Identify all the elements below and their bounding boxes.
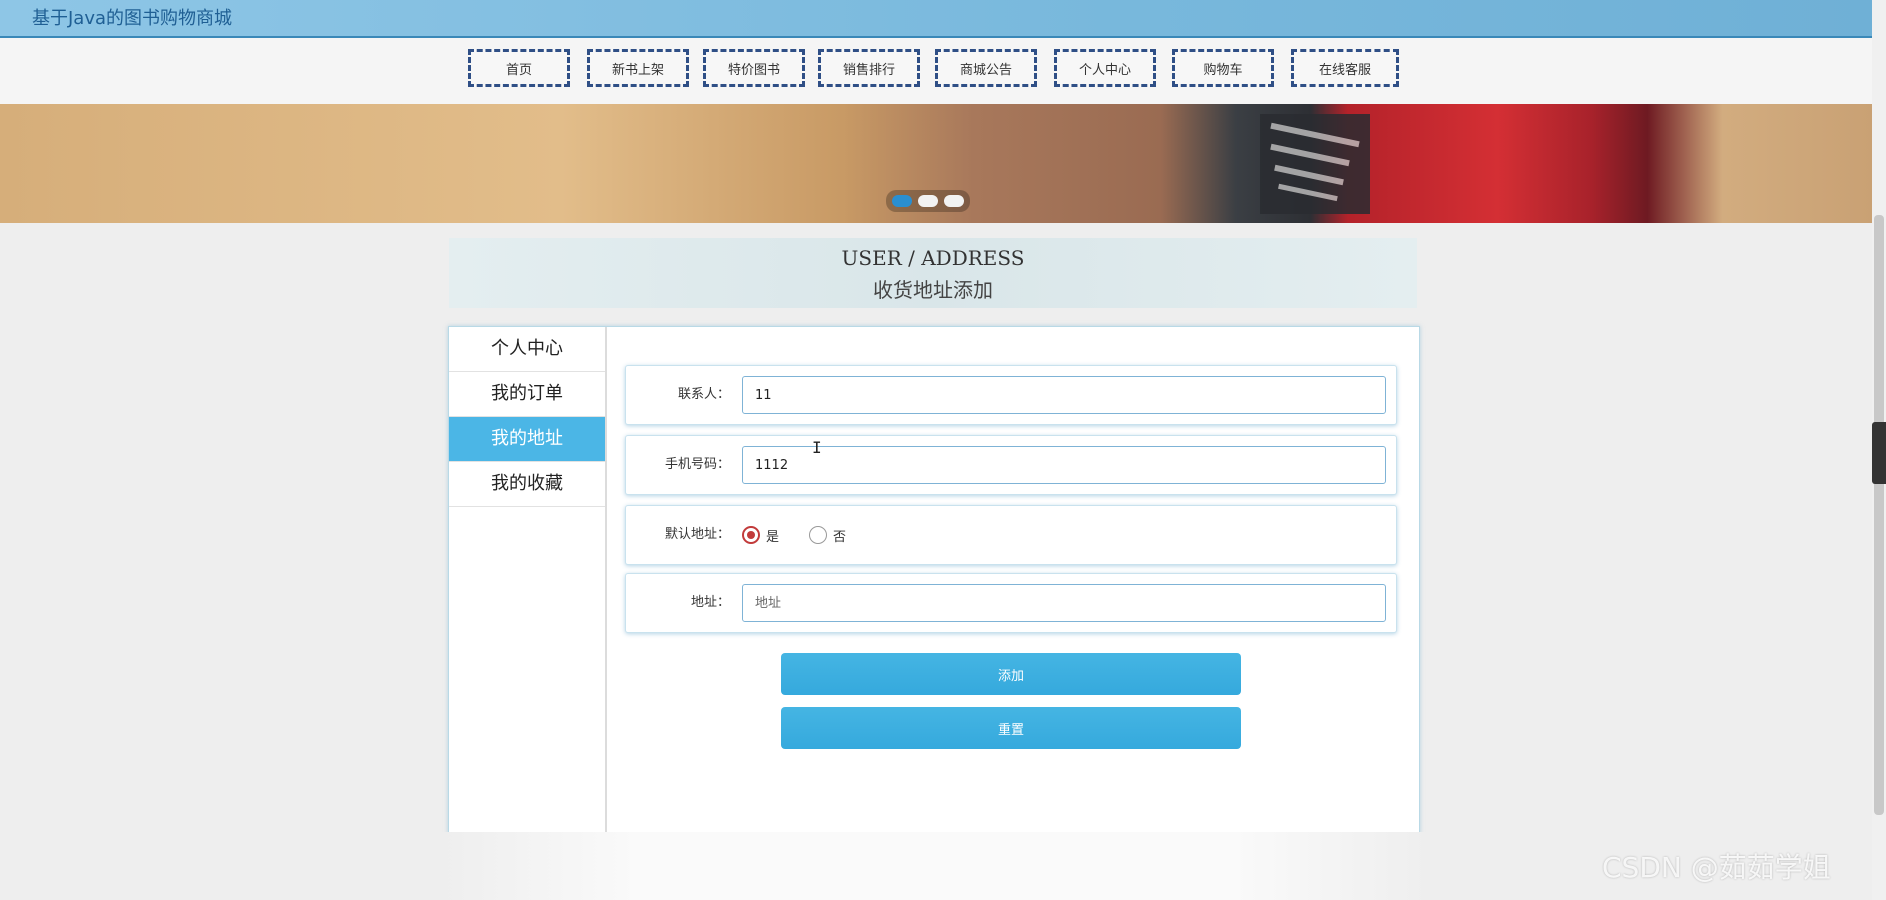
carousel-dot-2[interactable] [918,195,938,207]
nav-item-cart[interactable]: 购物车 [1172,49,1274,87]
nav-item-personal-center[interactable]: 个人中心 [1054,49,1156,87]
nav-item-sales-ranking[interactable]: 销售排行 [818,49,920,87]
nav-item-special-books[interactable]: 特价图书 [703,49,805,87]
section-title-box: USER / ADDRESS 收货地址添加 [449,238,1417,308]
sidebar-item-my-orders[interactable]: 我的订单 [449,372,605,417]
address-input[interactable] [742,584,1386,622]
sidebar-item-personal-center[interactable]: 个人中心 [449,327,605,372]
nav-item-announcements[interactable]: 商城公告 [935,49,1037,87]
sidebar-item-my-favorites[interactable]: 我的收藏 [449,462,605,507]
nav-item-new-books[interactable]: 新书上架 [587,49,689,87]
banner-carousel[interactable] [0,104,1872,223]
section-title-en: USER / ADDRESS [841,246,1025,270]
radio-yes-label[interactable]: 是 [766,526,779,545]
sidebar: 个人中心 我的订单 我的地址 我的收藏 [449,327,607,833]
header-bar: 基于Java的图书购物商城 [0,0,1872,38]
reset-button[interactable]: 重置 [781,707,1241,749]
phone-input[interactable] [742,446,1386,484]
add-button[interactable]: 添加 [781,653,1241,695]
default-address-row: 默认地址： 是 否 [625,505,1397,565]
radio-yes[interactable] [742,526,760,544]
carousel-dot-3[interactable] [944,195,964,207]
site-title[interactable]: 基于Java的图书购物商城 [32,4,232,30]
contact-row: 联系人： [625,365,1397,425]
address-label: 地址： [690,595,730,610]
sidebar-item-my-address[interactable]: 我的地址 [449,417,605,462]
scrollbar-thumb[interactable] [1874,215,1884,815]
book-spine-decoration [1260,114,1370,214]
nav-item-online-service[interactable]: 在线客服 [1291,49,1399,87]
nav-item-home[interactable]: 首页 [468,49,570,87]
side-collapse-handle[interactable] [1872,422,1886,484]
default-address-label: 默认地址： [664,527,730,542]
phone-label: 手机号码： [664,457,730,472]
watermark: CSDN @茹茹学姐 [1602,851,1831,884]
contact-input[interactable] [742,376,1386,414]
carousel-dot-1[interactable] [892,195,912,207]
phone-row: 手机号码： [625,435,1397,495]
section-title-cn: 收货地址添加 [873,278,993,302]
carousel-indicators [886,190,970,212]
content-panel: 个人中心 我的订单 我的地址 我的收藏 联系人： 手机号码： 默认地址： 是 否… [448,326,1420,834]
default-address-radio-group: 是 否 [742,506,870,564]
page-footer-fade [440,832,1430,900]
radio-no[interactable] [809,526,828,544]
main-nav: 首页 新书上架 特价图书 销售排行 商城公告 个人中心 购物车 在线客服 [0,38,1872,104]
text-cursor-icon: I [812,438,822,457]
radio-no-label[interactable]: 否 [833,526,846,545]
address-row: 地址： [625,573,1397,633]
contact-label: 联系人： [677,387,730,402]
